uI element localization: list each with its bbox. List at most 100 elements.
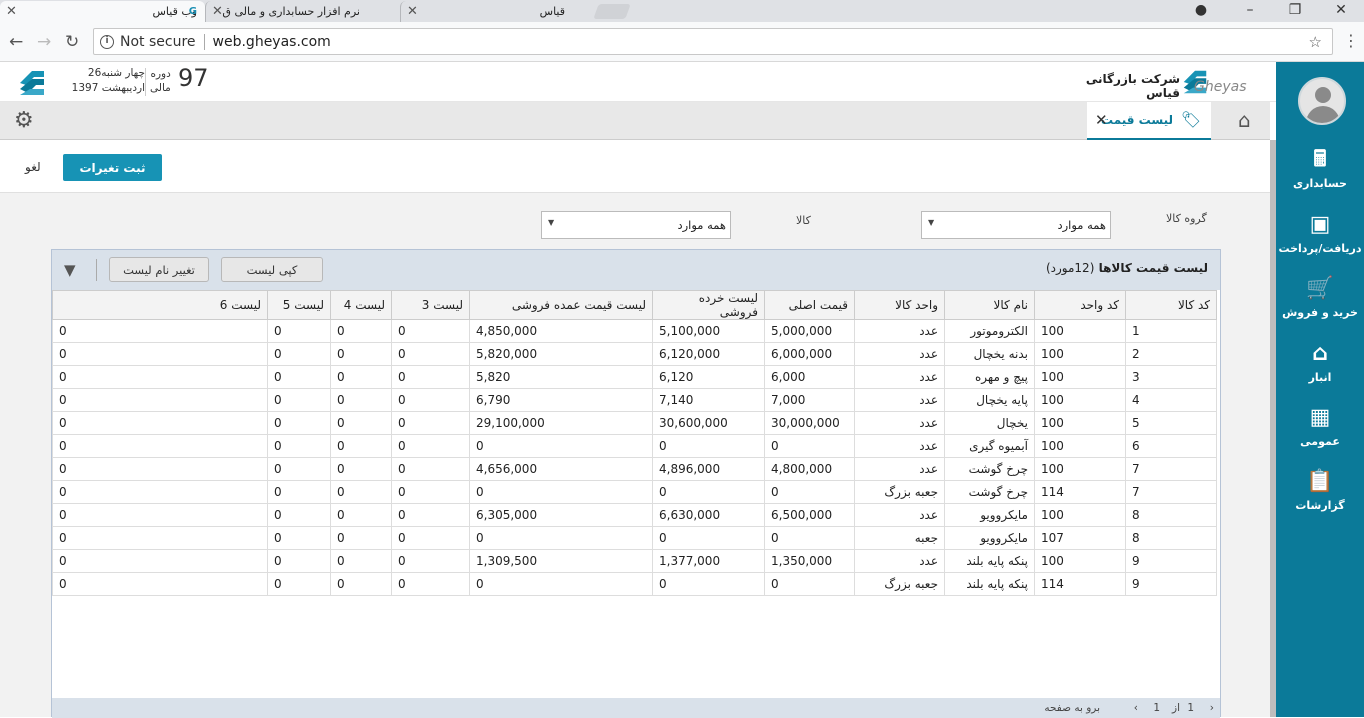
table-cell[interactable]: 5,820 bbox=[469, 365, 653, 389]
table-cell[interactable]: 6,000 bbox=[764, 365, 855, 389]
table-cell[interactable]: 0 bbox=[330, 480, 392, 504]
filter-icon[interactable]: ▼ bbox=[64, 261, 76, 279]
back-icon[interactable]: ← bbox=[9, 32, 23, 52]
table-cell[interactable]: 0 bbox=[330, 411, 392, 435]
sidebar-item-accounting[interactable]: 🖩 حسابداری bbox=[1276, 147, 1364, 190]
table-cell[interactable]: 0 bbox=[52, 411, 268, 435]
column-header[interactable]: لیست قیمت عمده فروشی bbox=[469, 290, 653, 320]
copy-list-button[interactable]: کپی لیست bbox=[221, 257, 323, 282]
close-tab-icon[interactable]: ✕ bbox=[6, 4, 17, 19]
save-changes-button[interactable]: ثبت تغیرات bbox=[63, 154, 162, 181]
table-cell[interactable]: 0 bbox=[391, 526, 470, 550]
table-cell[interactable]: 0 bbox=[391, 388, 470, 412]
table-cell[interactable]: 30,600,000 bbox=[652, 411, 765, 435]
table-cell[interactable]: 0 bbox=[764, 480, 855, 504]
table-cell[interactable]: 0 bbox=[267, 549, 331, 573]
table-cell[interactable]: 0 bbox=[267, 411, 331, 435]
table-cell[interactable]: 0 bbox=[330, 526, 392, 550]
table-cell[interactable]: 5,820,000 bbox=[469, 342, 653, 366]
table-cell[interactable]: 0 bbox=[391, 434, 470, 458]
table-cell[interactable]: 0 bbox=[52, 388, 268, 412]
table-cell[interactable]: 0 bbox=[267, 342, 331, 366]
profile-icon[interactable]: ● bbox=[1178, 0, 1224, 20]
table-cell[interactable]: 0 bbox=[391, 549, 470, 573]
maximize-icon[interactable]: ❐ bbox=[1272, 0, 1318, 20]
table-cell[interactable]: 7,140 bbox=[652, 388, 765, 412]
table-row[interactable]: 1 100 الکتروموتور عدد 5,000,000 5,100,000 4,85… bbox=[52, 319, 1217, 343]
gear-icon[interactable]: ⚙ bbox=[14, 108, 34, 133]
table-cell[interactable]: 0 bbox=[52, 342, 268, 366]
product-select[interactable]: همه موارد ▼ bbox=[541, 211, 731, 239]
table-cell[interactable]: 1,309,500 bbox=[469, 549, 653, 573]
table-cell[interactable]: 0 bbox=[330, 549, 392, 573]
table-cell[interactable]: 0 bbox=[764, 526, 855, 550]
table-cell[interactable]: 0 bbox=[52, 319, 268, 343]
table-cell[interactable]: 0 bbox=[52, 457, 268, 481]
table-cell[interactable]: 6,000,000 bbox=[764, 342, 855, 366]
table-cell[interactable]: 0 bbox=[652, 434, 765, 458]
table-cell[interactable]: 6,790 bbox=[469, 388, 653, 412]
table-cell[interactable]: 0 bbox=[652, 572, 765, 596]
table-cell[interactable]: 6,630,000 bbox=[652, 503, 765, 527]
close-icon[interactable]: ✕ bbox=[1095, 111, 1108, 129]
table-cell[interactable]: 0 bbox=[52, 503, 268, 527]
table-cell[interactable]: 0 bbox=[330, 388, 392, 412]
table-cell[interactable]: 1,350,000 bbox=[764, 549, 855, 573]
column-header[interactable]: نام کالا bbox=[944, 290, 1035, 320]
table-cell[interactable]: 0 bbox=[330, 342, 392, 366]
table-cell[interactable]: 0 bbox=[391, 411, 470, 435]
new-tab-button[interactable] bbox=[593, 4, 631, 19]
column-header[interactable]: قیمت اصلی bbox=[764, 290, 855, 320]
table-cell[interactable]: 0 bbox=[391, 319, 470, 343]
table-cell[interactable]: 5,000,000 bbox=[764, 319, 855, 343]
table-row[interactable]: 9 114 پنکه پایه بلند جعبه بزرگ 0 0 0 0 0 0 0 bbox=[52, 572, 1217, 596]
table-cell[interactable]: 5,100,000 bbox=[652, 319, 765, 343]
table-cell[interactable]: 0 bbox=[391, 503, 470, 527]
sidebar-item-receipts[interactable]: ▣ دریافت/پرداخت bbox=[1276, 212, 1364, 255]
sidebar-item-general[interactable]: ▦ عمومی bbox=[1276, 405, 1364, 448]
sidebar-item-warehouse[interactable]: ⌂ انبار bbox=[1276, 341, 1364, 384]
table-cell[interactable]: 0 bbox=[469, 572, 653, 596]
table-row[interactable]: 8 107 مایکروویو جعبه 0 0 0 0 0 0 0 bbox=[52, 526, 1217, 550]
table-cell[interactable]: 0 bbox=[267, 480, 331, 504]
sidebar-item-sales[interactable]: 🛒 خرید و فروش bbox=[1276, 276, 1364, 319]
table-cell[interactable]: 6,305,000 bbox=[469, 503, 653, 527]
table-row[interactable]: 5 100 یخچال عدد 30,000,000 30,600,000 29,100,0… bbox=[52, 411, 1217, 435]
tab-price-list[interactable]: 🏷 لیست قیمت ✕ bbox=[1087, 102, 1211, 140]
table-row[interactable]: 3 100 پیچ و مهره عدد 6,000 6,120 5,820 0 0 0 0 bbox=[52, 365, 1217, 389]
column-header[interactable]: لیست 3 bbox=[391, 290, 470, 320]
avatar[interactable] bbox=[1298, 77, 1346, 125]
cancel-button[interactable]: لغو bbox=[25, 160, 41, 174]
table-cell[interactable]: 4,850,000 bbox=[469, 319, 653, 343]
table-cell[interactable]: 0 bbox=[52, 572, 268, 596]
column-header[interactable]: کد واحد bbox=[1034, 290, 1126, 320]
table-cell[interactable]: 6,120,000 bbox=[652, 342, 765, 366]
table-cell[interactable]: 0 bbox=[52, 480, 268, 504]
table-cell[interactable]: 0 bbox=[469, 526, 653, 550]
table-cell[interactable]: 0 bbox=[469, 480, 653, 504]
table-row[interactable]: 7 114 چرخ گوشت جعبه بزرگ 0 0 0 0 0 0 0 bbox=[52, 480, 1217, 504]
table-cell[interactable]: 0 bbox=[391, 572, 470, 596]
column-header[interactable]: کد کالا bbox=[1125, 290, 1217, 320]
goto-page-button[interactable]: برو به صفحه bbox=[1044, 702, 1100, 714]
minimize-icon[interactable]: – bbox=[1227, 0, 1273, 20]
table-cell[interactable]: 0 bbox=[391, 457, 470, 481]
table-cell[interactable]: 0 bbox=[330, 572, 392, 596]
table-cell[interactable]: 4,656,000 bbox=[469, 457, 653, 481]
table-cell[interactable]: 4,800,000 bbox=[764, 457, 855, 481]
table-cell[interactable]: 6,500,000 bbox=[764, 503, 855, 527]
table-cell[interactable]: 0 bbox=[391, 342, 470, 366]
table-cell[interactable]: 0 bbox=[52, 549, 268, 573]
table-row[interactable]: 6 100 آبمیوه گیری عدد 0 0 0 0 0 0 0 bbox=[52, 434, 1217, 458]
table-cell[interactable]: 4,896,000 bbox=[652, 457, 765, 481]
close-tab-icon[interactable]: ✕ bbox=[212, 4, 223, 19]
table-cell[interactable]: 0 bbox=[652, 526, 765, 550]
rename-list-button[interactable]: تغییر نام لیست bbox=[109, 257, 209, 282]
table-cell[interactable]: 6,120 bbox=[652, 365, 765, 389]
forward-icon[interactable]: → bbox=[37, 32, 51, 52]
table-cell[interactable]: 0 bbox=[267, 457, 331, 481]
close-tab-icon[interactable]: ✕ bbox=[407, 4, 418, 19]
pager-next-icon[interactable]: ‹ bbox=[1210, 702, 1214, 714]
table-cell[interactable]: 0 bbox=[267, 526, 331, 550]
table-cell[interactable]: 0 bbox=[764, 572, 855, 596]
